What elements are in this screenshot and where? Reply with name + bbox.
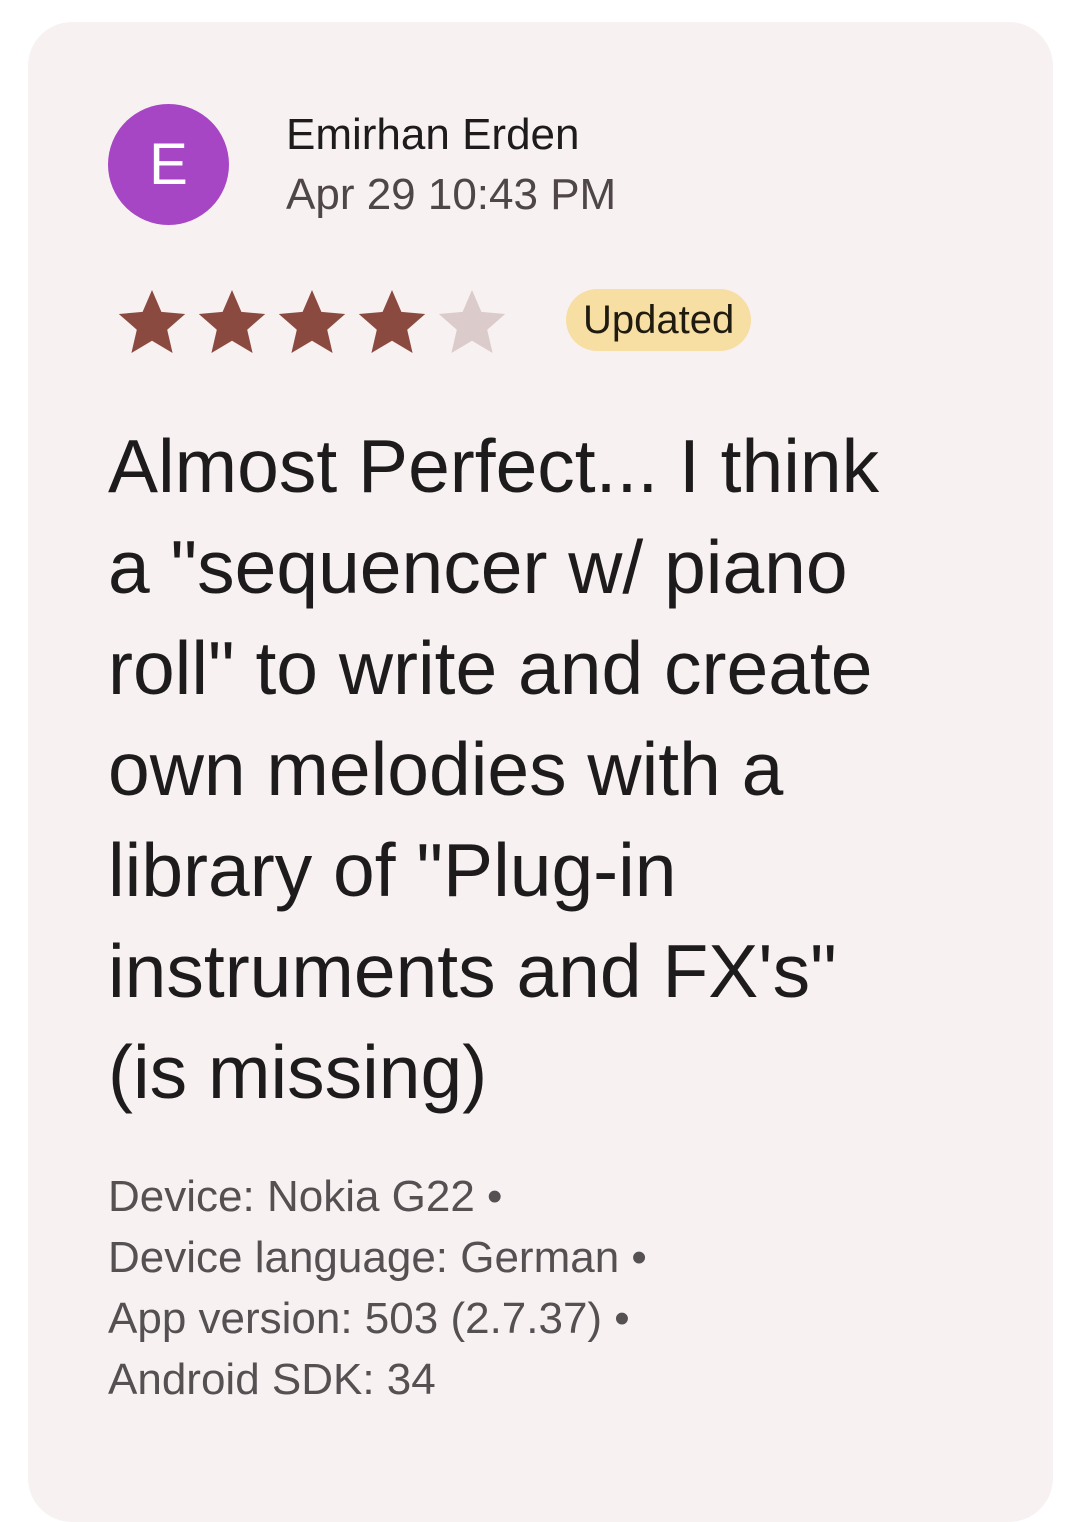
updated-badge: Updated	[566, 289, 752, 351]
star-filled-icon	[358, 290, 426, 353]
star-filled-icon	[118, 290, 186, 353]
device-info-line: Device: Nokia G22 •	[108, 1172, 503, 1221]
review-timestamp: Apr 29 10:43 PM	[286, 170, 617, 219]
device-info-line: App version: 503 (2.7.37) •	[108, 1294, 630, 1343]
star-filled-icon	[278, 290, 346, 353]
device-info-line: Android SDK: 34	[108, 1355, 436, 1404]
author-name: Emirhan Erden	[286, 110, 580, 159]
review-text: Almost Perfect... I think a "sequencer w…	[108, 424, 880, 1114]
device-info-list: Device: Nokia G22 • Device language: Germ…	[108, 1166, 647, 1410]
star-rating	[112, 286, 512, 358]
avatar: E	[108, 104, 229, 225]
star-empty-icon	[438, 290, 506, 353]
star-filled-icon	[198, 290, 266, 353]
device-info-line: Device language: German •	[108, 1233, 647, 1282]
